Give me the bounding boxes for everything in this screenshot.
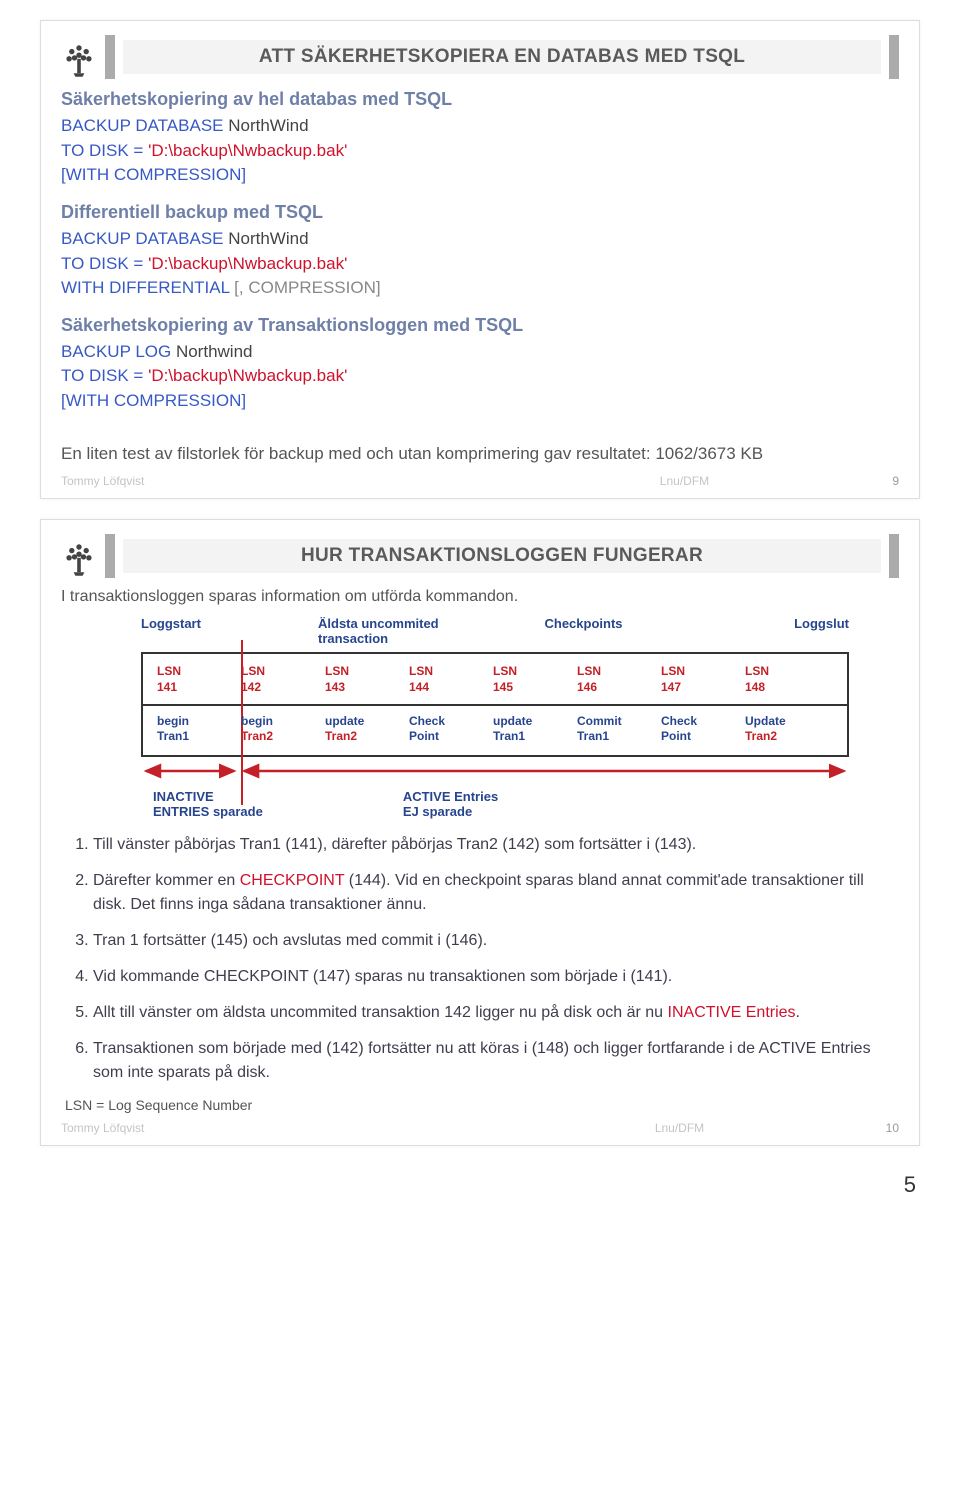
slide-footer: Tommy Löfqvist Lnu/DFM 9	[61, 474, 899, 488]
op-cell: updateTran2	[325, 714, 391, 745]
label-checkpoints: Checkpoints	[495, 616, 672, 646]
lsn-note: LSN = Log Sequence Number	[65, 1097, 899, 1113]
code-str: 'D:\backup\Nwbackup.bak'	[148, 366, 347, 385]
slide-title: ATT SÄKERHETSKOPIERA EN DATABAS MED TSQL	[123, 40, 881, 74]
slide-title-bar: HUR TRANSAKTIONSLOGGEN FUNGERAR	[61, 534, 899, 578]
code-kw: BACKUP DATABASE	[61, 229, 228, 248]
step-2: Därefter kommer en CHECKPOINT (144). Vid…	[93, 869, 875, 917]
op-cell: CommitTran1	[577, 714, 643, 745]
s5-prefix: Allt till vänster om äldsta uncommited t…	[93, 1004, 668, 1021]
footer-author: Tommy Löfqvist	[61, 474, 477, 488]
label-aldsta: Äldsta uncommited transaction	[318, 616, 495, 646]
lsn-cell: LSN141	[157, 664, 223, 695]
code-str: 'D:\backup\Nwbackup.bak'	[148, 254, 347, 273]
lsn-cell: LSN144	[409, 664, 475, 695]
op-cell: updateTran1	[493, 714, 559, 745]
slide-title: HUR TRANSAKTIONSLOGGEN FUNGERAR	[123, 539, 881, 573]
s5-suffix: .	[796, 1004, 800, 1021]
section-heading: Säkerhetskopiering av Transaktionsloggen…	[61, 315, 899, 336]
step-4: Vid kommande CHECKPOINT (147) sparas nu …	[93, 965, 875, 989]
lsn-row: LSN141 LSN142 LSN143 LSN144 LSN145 LSN146 LSN1…	[143, 662, 847, 697]
title-side-bar	[889, 534, 899, 578]
op-cell: beginTran1	[157, 714, 223, 745]
step-5: Allt till vänster om äldsta uncommited t…	[93, 1001, 875, 1025]
diagram-arrows	[141, 759, 849, 783]
s2-prefix: Därefter kommer en	[93, 872, 240, 889]
footer-author: Tommy Löfqvist	[61, 1121, 473, 1135]
code-opt: [WITH COMPRESSION]	[61, 163, 899, 188]
code-kw: TO DISK =	[61, 366, 148, 385]
section-heading: Säkerhetskopiering av hel databas med TS…	[61, 89, 899, 110]
log-divider	[143, 704, 847, 706]
page-number: 5	[904, 1172, 916, 1198]
inactive-l2: ENTRIES sparade	[153, 804, 263, 819]
title-side-bar	[889, 35, 899, 79]
code-block: BACKUP LOG Northwind TO DISK = 'D:\backu…	[61, 340, 899, 414]
tree-logo-icon	[61, 35, 97, 79]
label-loggslut: Loggslut	[672, 616, 849, 646]
code-kw: BACKUP LOG	[61, 342, 176, 361]
code-kw: WITH DIFFERENTIAL	[61, 278, 234, 297]
code-block: BACKUP DATABASE NorthWind TO DISK = 'D:\…	[61, 114, 899, 188]
op-cell: UpdateTran2	[745, 714, 811, 745]
result-text: En liten test av filstorlek för backup m…	[61, 442, 899, 467]
footer-slide-number: 10	[886, 1121, 899, 1135]
label-loggstart: Loggstart	[141, 616, 318, 646]
code-str: 'D:\backup\Nwbackup.bak'	[148, 141, 347, 160]
title-side-bar	[105, 35, 115, 79]
code-kw: TO DISK =	[61, 141, 148, 160]
op-cell: beginTran2	[241, 714, 307, 745]
slide-10: HUR TRANSAKTIONSLOGGEN FUNGERAR I transa…	[40, 519, 920, 1145]
code-ident: Northwind	[176, 342, 253, 361]
code-kw: TO DISK =	[61, 254, 148, 273]
op-cell: CheckPoint	[409, 714, 475, 745]
lsn-cell: LSN146	[577, 664, 643, 695]
s5-inactive: INACTIVE Entries	[668, 1004, 796, 1021]
footer-center: Lnu/DFM	[477, 474, 893, 488]
log-diagram: LSN141 LSN142 LSN143 LSN144 LSN145 LSN146 LSN1…	[141, 652, 849, 756]
lsn-cell: LSN142	[241, 664, 307, 695]
lsn-cell: LSN143	[325, 664, 391, 695]
code-opt: [WITH COMPRESSION]	[61, 389, 899, 414]
step-6: Transaktionen som började med (142) fort…	[93, 1037, 875, 1085]
step-3: Tran 1 fortsätter (145) och avslutas med…	[93, 929, 875, 953]
code-ident: NorthWind	[228, 116, 308, 135]
slide-title-bar: ATT SÄKERHETSKOPIERA EN DATABAS MED TSQL	[61, 35, 899, 79]
slide-footer: Tommy Löfqvist Lnu/DFM 10	[61, 1121, 899, 1135]
code-kw: BACKUP DATABASE	[61, 116, 228, 135]
intro-text: I transaktionsloggen sparas information …	[61, 588, 899, 606]
title-side-bar	[105, 534, 115, 578]
diagram-top-labels: Loggstart Äldsta uncommited transaction …	[141, 616, 849, 646]
lsn-cell: LSN148	[745, 664, 811, 695]
op-cell: CheckPoint	[661, 714, 727, 745]
code-block: BACKUP DATABASE NorthWind TO DISK = 'D:\…	[61, 227, 899, 301]
code-opt: [, COMPRESSION]	[234, 278, 380, 297]
slide-9: ATT SÄKERHETSKOPIERA EN DATABAS MED TSQL…	[40, 20, 920, 499]
active-l2: EJ sparade	[403, 804, 498, 819]
lsn-cell: LSN147	[661, 664, 727, 695]
s2-checkpoint: CHECKPOINT	[240, 872, 345, 889]
steps-list: Till vänster påbörjas Tran1 (141), däref…	[93, 833, 875, 1085]
operation-row: beginTran1 beginTran2 updateTran2 CheckPoin…	[143, 712, 847, 747]
footer-slide-number: 9	[892, 474, 899, 488]
code-ident: NorthWind	[228, 229, 308, 248]
lsn-cell: LSN145	[493, 664, 559, 695]
section-heading: Differentiell backup med TSQL	[61, 202, 899, 223]
tree-logo-icon	[61, 534, 97, 578]
footer-center: Lnu/DFM	[473, 1121, 885, 1135]
step-1: Till vänster påbörjas Tran1 (141), däref…	[93, 833, 875, 857]
